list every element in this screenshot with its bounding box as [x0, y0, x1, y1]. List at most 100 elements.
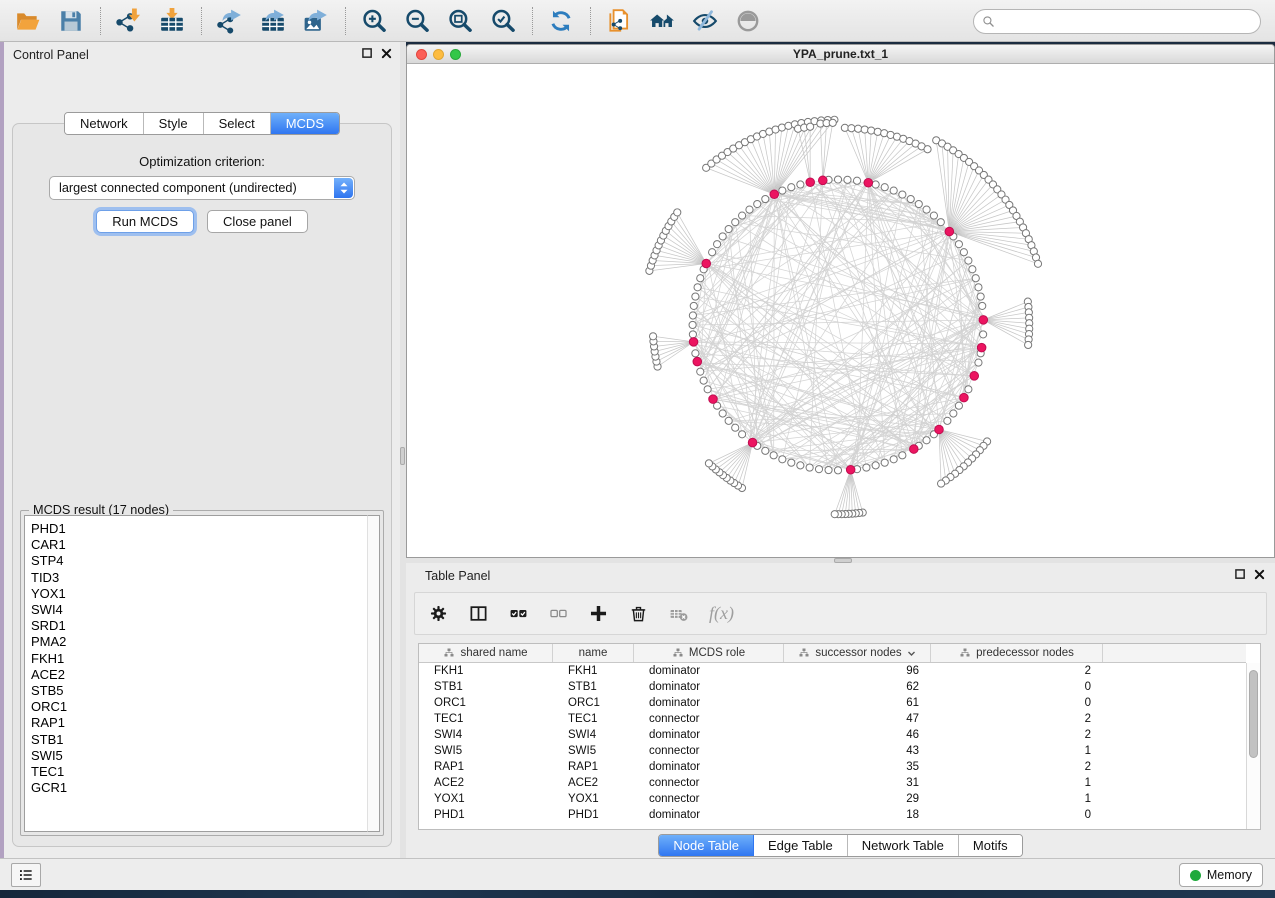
- column-header-name[interactable]: name: [553, 644, 634, 662]
- cell-MCDS-role[interactable]: dominator: [634, 727, 784, 743]
- cell-MCDS-role[interactable]: dominator: [634, 759, 784, 775]
- table-row[interactable]: FKH1FKH1dominator962: [419, 663, 1246, 679]
- float-panel-icon[interactable]: [362, 48, 373, 59]
- cell-predecessor-nodes[interactable]: 2: [931, 711, 1103, 727]
- network-window-titlebar[interactable]: YPA_prune.txt_1: [407, 45, 1274, 64]
- cell-name[interactable]: RAP1: [553, 759, 634, 775]
- column-header-predecessor-nodes[interactable]: predecessor nodes: [931, 644, 1103, 662]
- export-table-button[interactable]: [255, 4, 291, 38]
- cell-shared-name[interactable]: SWI5: [419, 743, 553, 759]
- cell-predecessor-nodes[interactable]: 0: [931, 679, 1103, 695]
- network-from-file-button[interactable]: [601, 4, 637, 38]
- cell-MCDS-role[interactable]: dominator: [634, 695, 784, 711]
- tab-edge-table[interactable]: Edge Table: [754, 835, 848, 856]
- import-table-button[interactable]: [154, 4, 190, 38]
- mcds-result-item[interactable]: ACE2: [31, 667, 367, 683]
- home-button[interactable]: [644, 4, 680, 38]
- task-history-button[interactable]: [11, 863, 41, 887]
- cell-name[interactable]: TEC1: [553, 711, 634, 727]
- cell-successor-nodes[interactable]: 61: [784, 695, 931, 711]
- export-network-button[interactable]: [212, 4, 248, 38]
- cell-successor-nodes[interactable]: 43: [784, 743, 931, 759]
- cell-shared-name[interactable]: ACE2: [419, 775, 553, 791]
- mcds-result-item[interactable]: ORC1: [31, 699, 367, 715]
- zoom-selected-button[interactable]: [485, 4, 521, 38]
- column-header-successor-nodes[interactable]: successor nodes: [784, 644, 931, 662]
- cell-successor-nodes[interactable]: 31: [784, 775, 931, 791]
- settings-button[interactable]: [429, 604, 448, 623]
- tab-network[interactable]: Network: [65, 113, 144, 134]
- cell-name[interactable]: SWI4: [553, 727, 634, 743]
- cell-predecessor-nodes[interactable]: 2: [931, 727, 1103, 743]
- mcds-result-item[interactable]: FKH1: [31, 651, 367, 667]
- cell-predecessor-nodes[interactable]: 0: [931, 807, 1103, 823]
- close-panel-icon[interactable]: [381, 48, 392, 59]
- memory-button[interactable]: Memory: [1179, 863, 1263, 887]
- mcds-result-item[interactable]: TEC1: [31, 764, 367, 780]
- mcds-result-item[interactable]: SRD1: [31, 618, 367, 634]
- column-header-MCDS-role[interactable]: MCDS role: [634, 644, 784, 662]
- tab-motifs[interactable]: Motifs: [959, 835, 1022, 856]
- mcds-result-item[interactable]: SWI4: [31, 602, 367, 618]
- mcds-result-item[interactable]: STP4: [31, 553, 367, 569]
- mcds-result-item[interactable]: GCR1: [31, 780, 367, 796]
- tab-node-table[interactable]: Node Table: [659, 835, 754, 856]
- mcds-result-scrollbar[interactable]: [367, 515, 380, 832]
- cell-name[interactable]: SWI5: [553, 743, 634, 759]
- cell-MCDS-role[interactable]: connector: [634, 775, 784, 791]
- cell-name[interactable]: YOX1: [553, 791, 634, 807]
- cell-successor-nodes[interactable]: 96: [784, 663, 931, 679]
- table-row[interactable]: YOX1YOX1connector291: [419, 791, 1246, 807]
- cell-name[interactable]: ORC1: [553, 695, 634, 711]
- table-row[interactable]: TEC1TEC1connector472: [419, 711, 1246, 727]
- column-header-shared-name[interactable]: shared name: [419, 644, 553, 662]
- table-row[interactable]: STB1STB1dominator620: [419, 679, 1246, 695]
- cell-successor-nodes[interactable]: 46: [784, 727, 931, 743]
- zoom-fit-button[interactable]: [442, 4, 478, 38]
- refresh-view-button[interactable]: [543, 4, 579, 38]
- float-panel-icon[interactable]: [1235, 569, 1246, 580]
- search-input[interactable]: [1000, 14, 1252, 29]
- table-row[interactable]: PHD1PHD1dominator180: [419, 807, 1246, 823]
- cell-name[interactable]: ACE2: [553, 775, 634, 791]
- cell-MCDS-role[interactable]: connector: [634, 743, 784, 759]
- cell-MCDS-role[interactable]: connector: [634, 791, 784, 807]
- close-panel-icon[interactable]: [1254, 569, 1265, 580]
- cell-predecessor-nodes[interactable]: 0: [931, 695, 1103, 711]
- cell-shared-name[interactable]: STB1: [419, 679, 553, 695]
- cell-shared-name[interactable]: SWI4: [419, 727, 553, 743]
- cell-predecessor-nodes[interactable]: 2: [931, 759, 1103, 775]
- cell-MCDS-role[interactable]: dominator: [634, 807, 784, 823]
- tab-style[interactable]: Style: [144, 113, 204, 134]
- cell-successor-nodes[interactable]: 62: [784, 679, 931, 695]
- table-row[interactable]: SWI5SWI5connector431: [419, 743, 1246, 759]
- cell-shared-name[interactable]: RAP1: [419, 759, 553, 775]
- mcds-result-item[interactable]: TID3: [31, 570, 367, 586]
- scrollbar-thumb[interactable]: [1249, 670, 1258, 758]
- open-session-button[interactable]: [10, 4, 46, 38]
- network-graph[interactable]: [407, 64, 1274, 557]
- mcds-result-item[interactable]: RAP1: [31, 715, 367, 731]
- mcds-result-item[interactable]: PMA2: [31, 634, 367, 650]
- network-canvas[interactable]: [407, 64, 1274, 557]
- table-row[interactable]: ORC1ORC1dominator610: [419, 695, 1246, 711]
- mcds-result-item[interactable]: PHD1: [31, 521, 367, 537]
- mcds-result-item[interactable]: SWI5: [31, 748, 367, 764]
- export-image-button[interactable]: [298, 4, 334, 38]
- cell-predecessor-nodes[interactable]: 2: [931, 663, 1103, 679]
- tab-select[interactable]: Select: [204, 113, 271, 134]
- delete-column-button[interactable]: [629, 604, 648, 623]
- cell-predecessor-nodes[interactable]: 1: [931, 775, 1103, 791]
- table-row[interactable]: RAP1RAP1dominator352: [419, 759, 1246, 775]
- show-graphics-details-button[interactable]: [730, 4, 766, 38]
- cell-name[interactable]: FKH1: [553, 663, 634, 679]
- cell-predecessor-nodes[interactable]: 1: [931, 791, 1103, 807]
- table-scrollbar[interactable]: [1246, 663, 1260, 829]
- search-box[interactable]: [973, 9, 1261, 34]
- deselect-all-button[interactable]: [549, 604, 568, 623]
- zoom-in-button[interactable]: [356, 4, 392, 38]
- run-mcds-button[interactable]: Run MCDS: [96, 210, 194, 233]
- mcds-result-item[interactable]: CAR1: [31, 537, 367, 553]
- cell-successor-nodes[interactable]: 29: [784, 791, 931, 807]
- mcds-result-item[interactable]: YOX1: [31, 586, 367, 602]
